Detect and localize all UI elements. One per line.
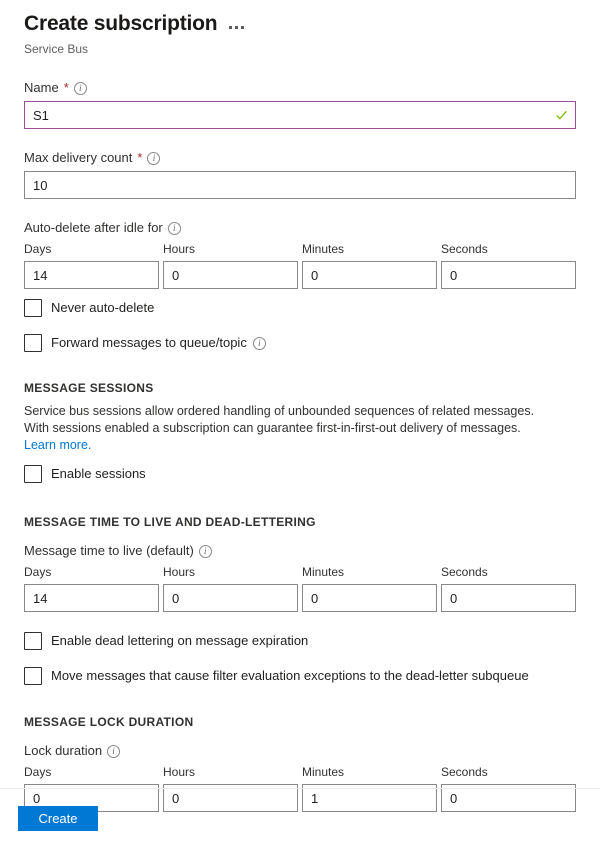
ttl-label: Message time to live (default) i — [24, 542, 576, 560]
message-sessions-description: Service bus sessions allow ordered handl… — [24, 403, 549, 454]
name-field-label: Name * i — [24, 79, 576, 97]
ttl-days-input[interactable] — [24, 584, 159, 612]
never-auto-delete-label: Never auto-delete — [51, 299, 154, 317]
create-subscription-blade: Create subscription Service Bus Name * i… — [0, 0, 600, 850]
column-label-minutes: Minutes — [302, 564, 437, 581]
name-label-text: Name — [24, 79, 59, 97]
column-label-days: Days — [24, 564, 159, 581]
auto-delete-seconds-col: Seconds — [441, 241, 576, 289]
checkbox-icon[interactable] — [24, 299, 42, 317]
footer-divider — [0, 788, 600, 789]
message-lock-duration-heading: MESSAGE LOCK DURATION — [24, 714, 576, 730]
ttl-seconds-col: Seconds — [441, 564, 576, 612]
checkbox-icon[interactable] — [24, 465, 42, 483]
column-label-hours: Hours — [163, 764, 298, 781]
max-delivery-count-input[interactable] — [24, 171, 576, 199]
info-icon[interactable]: i — [168, 222, 181, 235]
move-filter-exceptions-checkbox-row[interactable]: Move messages that cause filter evaluati… — [24, 667, 576, 685]
checkbox-icon[interactable] — [24, 632, 42, 650]
move-filter-exceptions-label: Move messages that cause filter evaluati… — [51, 667, 529, 685]
more-options-icon[interactable] — [227, 13, 246, 35]
column-label-hours: Hours — [163, 564, 298, 581]
info-icon[interactable]: i — [253, 337, 266, 350]
enable-dead-lettering-checkbox-row[interactable]: Enable dead lettering on message expirat… — [24, 632, 576, 650]
column-label-hours: Hours — [163, 241, 298, 258]
column-label-days: Days — [24, 241, 159, 258]
column-label-minutes: Minutes — [302, 241, 437, 258]
title-row: Create subscription — [24, 10, 576, 38]
ttl-seconds-input[interactable] — [441, 584, 576, 612]
forward-messages-label: Forward messages to queue/topic i — [51, 334, 266, 352]
page-subtitle: Service Bus — [24, 41, 576, 57]
ttl-duration-group: Days Hours Minutes Seconds — [24, 564, 576, 612]
auto-delete-minutes-col: Minutes — [302, 241, 437, 289]
footer-action-bar: Create — [18, 806, 98, 831]
column-label-seconds: Seconds — [441, 241, 576, 258]
auto-delete-label: Auto-delete after idle for i — [24, 219, 576, 237]
enable-sessions-label: Enable sessions — [51, 465, 146, 483]
info-icon[interactable]: i — [199, 545, 212, 558]
page-title: Create subscription — [24, 10, 217, 38]
ttl-minutes-input[interactable] — [302, 584, 437, 612]
ttl-days-col: Days — [24, 564, 159, 612]
ttl-minutes-col: Minutes — [302, 564, 437, 612]
info-icon[interactable]: i — [107, 745, 120, 758]
max-delivery-count-label-text: Max delivery count — [24, 149, 132, 167]
info-icon[interactable]: i — [147, 152, 160, 165]
message-sessions-description-text: Service bus sessions allow ordered handl… — [24, 404, 534, 435]
enable-sessions-checkbox-row[interactable]: Enable sessions — [24, 465, 576, 483]
create-button[interactable]: Create — [18, 806, 98, 831]
auto-delete-duration-group: Days Hours Minutes Seconds — [24, 241, 576, 289]
max-delivery-count-label: Max delivery count * i — [24, 149, 576, 167]
ttl-hours-input[interactable] — [163, 584, 298, 612]
subscription-form: Name * i Max delivery count * i Auto-del… — [0, 79, 600, 812]
lock-duration-label: Lock duration i — [24, 742, 576, 760]
ellipsis-dot — [241, 26, 244, 29]
never-auto-delete-checkbox-row[interactable]: Never auto-delete — [24, 299, 576, 317]
learn-more-link[interactable]: Learn more. — [24, 438, 91, 452]
auto-delete-seconds-input[interactable] — [441, 261, 576, 289]
checkbox-icon[interactable] — [24, 334, 42, 352]
blade-header: Create subscription Service Bus — [0, 0, 600, 57]
column-label-seconds: Seconds — [441, 564, 576, 581]
auto-delete-hours-input[interactable] — [163, 261, 298, 289]
name-input[interactable] — [24, 101, 576, 129]
ellipsis-dot — [229, 26, 232, 29]
ttl-dead-lettering-heading: MESSAGE TIME TO LIVE AND DEAD-LETTERING — [24, 514, 576, 530]
ttl-hours-col: Hours — [163, 564, 298, 612]
name-input-wrapper — [24, 101, 576, 129]
forward-messages-checkbox-row[interactable]: Forward messages to queue/topic i — [24, 334, 576, 352]
name-required-asterisk: * — [64, 79, 69, 97]
auto-delete-hours-col: Hours — [163, 241, 298, 289]
ellipsis-dot — [235, 26, 238, 29]
lock-duration-label-text: Lock duration — [24, 742, 102, 760]
column-label-seconds: Seconds — [441, 764, 576, 781]
column-label-minutes: Minutes — [302, 764, 437, 781]
auto-delete-days-input[interactable] — [24, 261, 159, 289]
auto-delete-label-text: Auto-delete after idle for — [24, 219, 163, 237]
info-icon[interactable]: i — [74, 82, 87, 95]
auto-delete-days-col: Days — [24, 241, 159, 289]
max-delivery-count-required-asterisk: * — [137, 149, 142, 167]
forward-messages-label-text: Forward messages to queue/topic — [51, 334, 247, 352]
checkbox-icon[interactable] — [24, 667, 42, 685]
message-sessions-heading: MESSAGE SESSIONS — [24, 380, 576, 396]
auto-delete-minutes-input[interactable] — [302, 261, 437, 289]
enable-dead-lettering-label: Enable dead lettering on message expirat… — [51, 632, 308, 650]
ttl-label-text: Message time to live (default) — [24, 542, 194, 560]
column-label-days: Days — [24, 764, 159, 781]
